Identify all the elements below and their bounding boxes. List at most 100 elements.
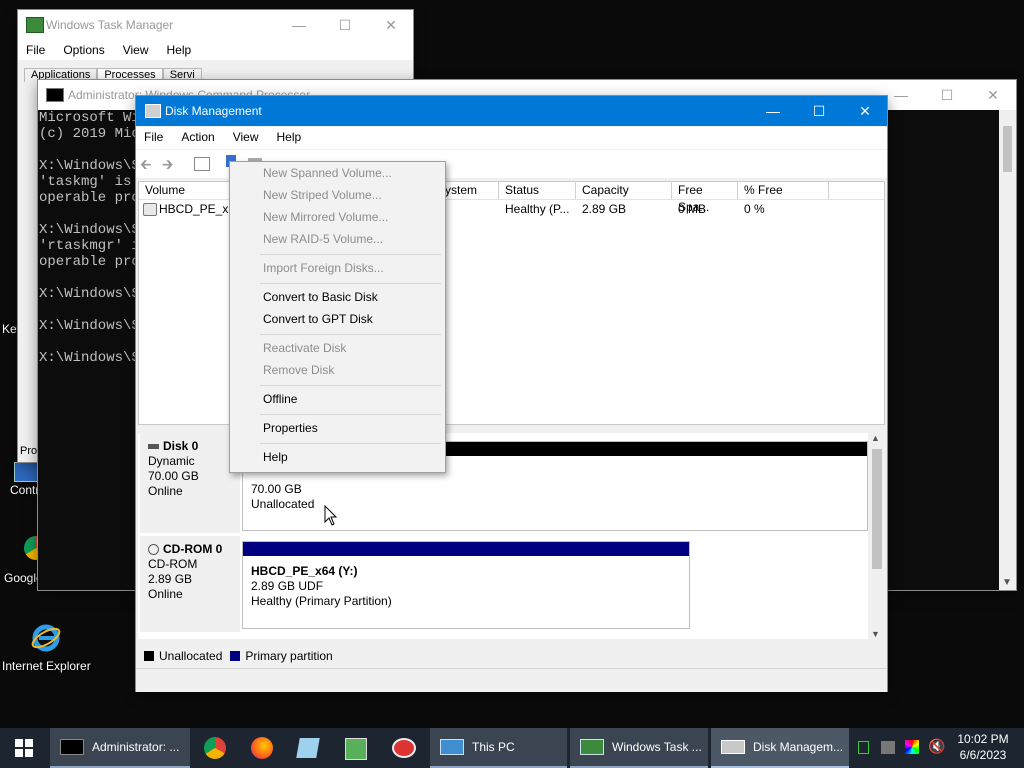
desktop-icon-label-ie[interactable]: Internet Explorer	[2, 659, 91, 673]
forward-arrow-icon[interactable]: 🡲	[162, 154, 180, 172]
console-line: X:\Windows\S	[39, 318, 139, 334]
cmd-console-output[interactable]: Microsoft Wi (c) 2019 Mic X:\Windows\S'ta…	[39, 110, 139, 580]
network-icon[interactable]	[392, 738, 416, 758]
start-button[interactable]	[0, 728, 48, 768]
cmd-close-button[interactable]: ✕	[970, 80, 1016, 110]
taskbar-item-disk-management[interactable]: Disk Managem...	[711, 728, 849, 768]
cdrom0-volume-state: Healthy (Primary Partition)	[251, 594, 392, 608]
close-button[interactable]: ✕	[368, 10, 414, 40]
task-manager-titlebar: Windows Task Manager — ☐ ✕	[18, 10, 413, 40]
menu-item-offline[interactable]: Offline	[263, 389, 297, 409]
context-menu: New Spanned Volume... New Striped Volume…	[229, 161, 446, 473]
console-line: 'rtaskmgr' i	[39, 238, 139, 254]
chrome-icon[interactable]	[204, 737, 226, 759]
menu-separator	[260, 385, 441, 386]
disk-icon	[148, 444, 159, 449]
menu-separator	[260, 443, 441, 444]
console-line: X:\Windows\S	[39, 350, 139, 366]
taskbar-item-disk-management-label: Disk Managem...	[753, 740, 844, 754]
cdrom0-type: CD-ROM	[148, 557, 198, 571]
cdrom0-volume-name: HBCD_PE_x64 (Y:)	[251, 564, 358, 578]
cdrom0-partition[interactable]: HBCD_PE_x64 (Y:) 2.89 GB UDF Healthy (Pr…	[242, 541, 690, 629]
menu-separator	[260, 414, 441, 415]
menu-item-help[interactable]: Help	[263, 447, 288, 467]
console-tree-icon[interactable]	[194, 157, 210, 171]
desktop-icon-label-google[interactable]: Google	[4, 571, 43, 585]
clock[interactable]: 10:02 PM 6/6/2023	[952, 731, 1014, 763]
row-status: Healthy (P...	[505, 202, 570, 216]
status-bar	[136, 668, 887, 692]
col-free-space[interactable]: Free Spa...	[672, 182, 738, 214]
desktop-icon-label-control[interactable]: Contr	[10, 483, 39, 497]
taskbar: Administrator: ... This PC Windows Task …	[0, 728, 1024, 768]
taskbar-item-cmd[interactable]: Administrator: ...	[50, 728, 190, 768]
taskbar-item-cmd-label: Administrator: ...	[92, 740, 180, 754]
mouse-cursor-icon	[324, 505, 338, 526]
disk0-label[interactable]: Disk 0 Dynamic 70.00 GB Online	[140, 433, 240, 533]
primary-partition-bar	[243, 542, 689, 556]
taskbar-item-this-pc[interactable]: This PC	[430, 728, 567, 768]
col-volume[interactable]: Volume	[139, 182, 231, 199]
legend-primary: Primary partition	[245, 649, 333, 663]
dm-maximize-button[interactable]: ☐	[796, 96, 842, 126]
menu-options[interactable]: Options	[55, 40, 114, 60]
tray-app-icon[interactable]	[858, 741, 869, 754]
registry-icon[interactable]	[345, 738, 367, 760]
task-manager-icon	[26, 17, 44, 33]
cdrom-icon	[148, 544, 159, 555]
menu-item-convert-to-gpt-disk[interactable]: Convert to GPT Disk	[263, 309, 373, 329]
cmd-maximize-button[interactable]: ☐	[924, 80, 970, 110]
disk-management-title: Disk Management	[165, 104, 262, 118]
clock-time: 10:02 PM	[957, 732, 1009, 746]
disk-management-icon	[145, 104, 161, 118]
tray-network-icon[interactable]	[881, 741, 895, 754]
col-status[interactable]: Status	[499, 182, 576, 199]
task-manager-title: Windows Task Manager	[46, 18, 174, 32]
console-line: X:\Windows\S	[39, 158, 139, 174]
scroll-down-arrow-icon[interactable]: ▼	[1002, 577, 1012, 588]
row-free: 0 MB	[678, 202, 707, 216]
notepad-icon[interactable]	[296, 738, 320, 758]
cmd-scrollbar[interactable]: ▼	[999, 110, 1016, 590]
menu-item-convert-to-basic-disk[interactable]: Convert to Basic Disk	[263, 287, 378, 307]
windows-logo-icon	[15, 739, 33, 757]
col-capacity[interactable]: Capacity	[576, 182, 672, 199]
dm-menu-action[interactable]: Action	[173, 127, 224, 149]
dm-menu-file[interactable]: File	[136, 127, 173, 149]
dm-minimize-button[interactable]: —	[750, 96, 796, 126]
maximize-button[interactable]: ☐	[322, 10, 368, 40]
menu-help[interactable]: Help	[159, 40, 202, 60]
back-arrow-icon[interactable]: 🡰	[140, 154, 158, 172]
taskbar-item-task-manager[interactable]: Windows Task ...	[570, 728, 708, 768]
cdrom0-size: 2.89 GB	[148, 572, 193, 586]
console-line: 'taskmg' is	[39, 174, 132, 190]
dm-close-button[interactable]: ✕	[842, 96, 888, 126]
cmd-scrollbar-thumb[interactable]	[1003, 126, 1012, 172]
firefox-icon[interactable]	[251, 737, 273, 759]
menu-file[interactable]: File	[18, 40, 55, 60]
scroll-down-icon[interactable]: ▼	[871, 629, 880, 639]
disk0-partition-state: Unallocated	[251, 497, 315, 511]
menu-item-new-spanned-volume: New Spanned Volume...	[263, 166, 392, 180]
minimize-button[interactable]: —	[276, 10, 322, 40]
task-manager-icon	[580, 739, 604, 755]
dm-menu-view[interactable]: View	[225, 127, 269, 149]
task-manager-menubar: File Options View Help	[18, 40, 413, 60]
disk-map-scrollbar[interactable]: ▲ ▼	[868, 433, 885, 639]
tray-color-icon[interactable]	[905, 740, 919, 754]
console-line: operable pro	[39, 254, 139, 270]
scroll-up-arrow-icon[interactable]: ▲	[871, 433, 880, 443]
cd-volume-icon	[143, 203, 157, 216]
disk-map-scrollbar-thumb[interactable]	[872, 449, 882, 569]
console-line: Microsoft Wi	[39, 110, 139, 126]
internet-explorer-icon[interactable]	[30, 622, 62, 654]
menu-item-properties[interactable]: Properties	[263, 418, 318, 438]
volume-muted-icon[interactable]: 🔇	[928, 738, 945, 755]
menu-view[interactable]: View	[115, 40, 159, 60]
col-percent-free[interactable]: % Free	[738, 182, 829, 199]
dm-menu-help[interactable]: Help	[269, 127, 312, 149]
cdrom0-label[interactable]: CD-ROM 0 CD-ROM 2.89 GB Online	[140, 536, 240, 632]
col-file-system[interactable]: ystem	[439, 182, 499, 199]
disk0-partition-text: 70.00 GB Unallocated	[251, 482, 314, 512]
